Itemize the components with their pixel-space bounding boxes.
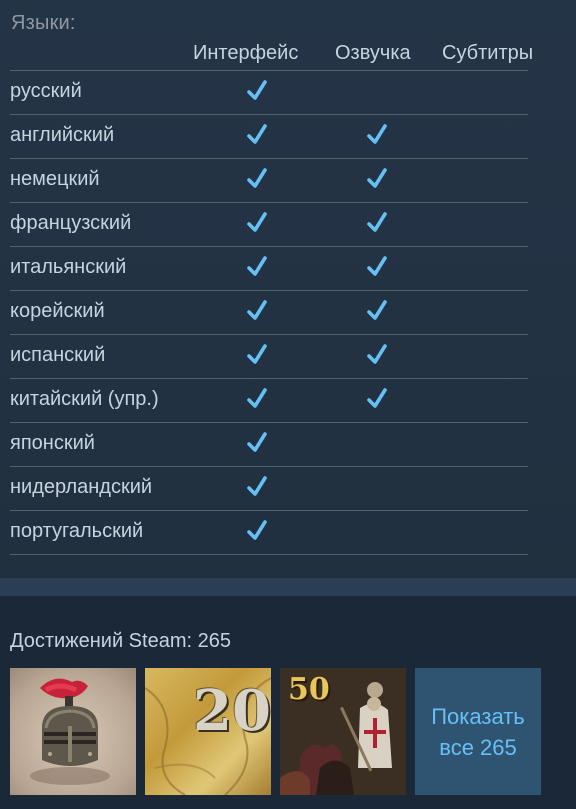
checkmark-icon xyxy=(366,387,388,411)
language-name: английский xyxy=(10,124,115,146)
achievement-number-label: 50 xyxy=(288,672,330,707)
show-all-line1: Показать xyxy=(431,703,525,729)
checkmark-icon xyxy=(366,123,388,147)
checkmark-icon xyxy=(246,123,268,147)
languages-title: Языки: xyxy=(11,12,76,34)
achievement-number-label: 20 xyxy=(193,678,271,744)
languages-table: русский английский немецкий французский итал… xyxy=(10,70,528,555)
section-divider xyxy=(0,578,576,596)
language-row: нидерландский xyxy=(10,466,528,510)
checkmark-icon xyxy=(366,255,388,279)
language-name: испанский xyxy=(10,344,106,366)
language-row: испанский xyxy=(10,334,528,378)
language-row: английский xyxy=(10,114,528,158)
show-all-line2: все 265 xyxy=(439,734,517,760)
column-header-audio: Озвучка xyxy=(335,42,411,64)
language-name: немецкий xyxy=(10,168,100,190)
checkmark-icon xyxy=(246,79,268,103)
checkmark-icon xyxy=(366,343,388,367)
language-row: португальский xyxy=(10,510,528,555)
achievement-image-battle-50[interactable]: 50 xyxy=(280,668,406,795)
language-row: русский xyxy=(10,70,528,114)
language-row: корейский xyxy=(10,290,528,334)
checkmark-icon xyxy=(246,431,268,455)
language-name: португальский xyxy=(10,520,144,542)
language-name: китайский (упр.) xyxy=(10,388,159,410)
show-all-achievements-button[interactable]: Показать все 265 xyxy=(415,668,541,795)
checkmark-icon xyxy=(246,255,268,279)
language-name: нидерландский xyxy=(10,476,153,498)
checkmark-icon xyxy=(246,211,268,235)
checkmark-icon xyxy=(366,211,388,235)
languages-panel: Языки: Интерфейс Озвучка Субтитры русски… xyxy=(0,0,576,578)
language-row: немецкий xyxy=(10,158,528,202)
achievement-image-helmet[interactable] xyxy=(10,668,136,795)
column-header-interface: Интерфейс xyxy=(193,42,299,64)
language-name: корейский xyxy=(10,300,105,322)
achievements-title: Достижений Steam: 265 xyxy=(10,630,231,652)
checkmark-icon xyxy=(366,167,388,191)
language-row: китайский (упр.) xyxy=(10,378,528,422)
checkmark-icon xyxy=(246,167,268,191)
checkmark-icon xyxy=(246,519,268,543)
column-header-subtitles: Субтитры xyxy=(442,42,534,64)
achievement-image-map-20[interactable]: 20 xyxy=(145,668,271,795)
language-name: французский xyxy=(10,212,132,234)
checkmark-icon xyxy=(246,475,268,499)
knight-helmet-icon xyxy=(30,678,110,785)
checkmark-icon xyxy=(246,387,268,411)
language-name: русский xyxy=(10,80,82,102)
language-row: японский xyxy=(10,422,528,466)
language-row: итальянский xyxy=(10,246,528,290)
checkmark-icon xyxy=(246,343,268,367)
language-row: французский xyxy=(10,202,528,246)
checkmark-icon xyxy=(246,299,268,323)
checkmark-icon xyxy=(366,299,388,323)
language-name: итальянский xyxy=(10,256,127,278)
language-name: японский xyxy=(10,432,95,454)
